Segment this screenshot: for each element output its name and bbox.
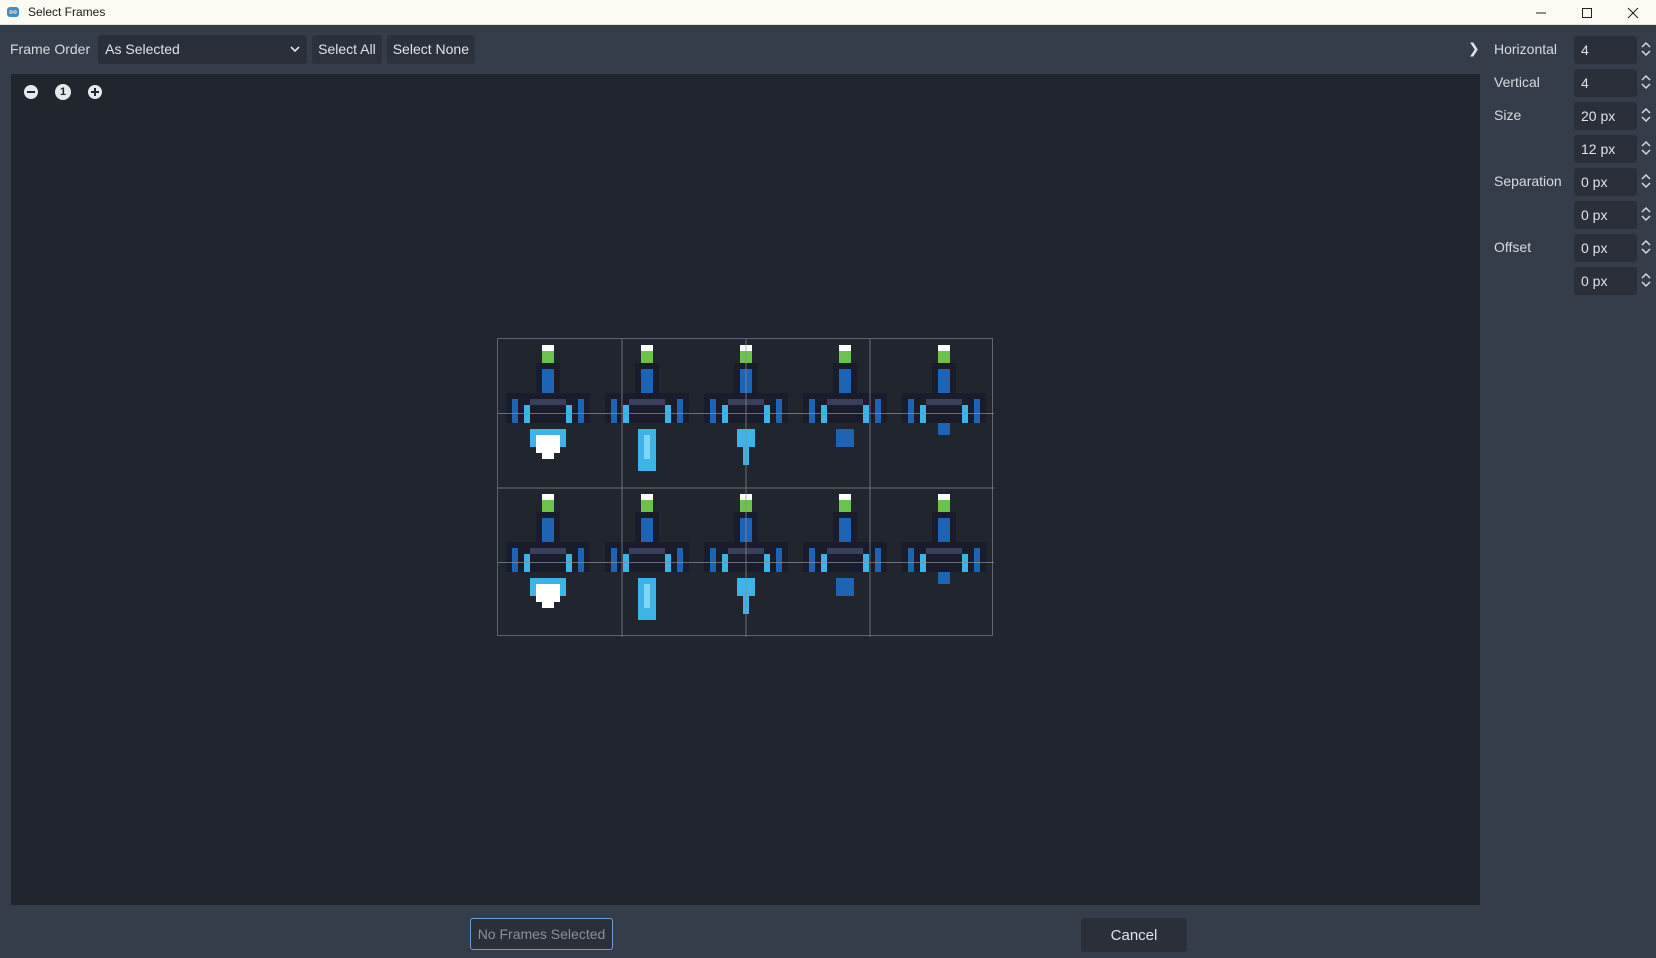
frame-grid <box>498 339 994 637</box>
spin-arrows-icon[interactable] <box>1640 106 1652 124</box>
spin-arrows-icon[interactable] <box>1640 238 1652 256</box>
zoom-reset-label: 1 <box>59 86 67 98</box>
offset-x-spinbox[interactable]: 0 px <box>1574 234 1637 262</box>
minimize-button[interactable] <box>1518 0 1564 25</box>
spin-arrows-icon[interactable] <box>1640 172 1652 190</box>
frame-order-value: As Selected <box>105 41 180 57</box>
spin-arrows-icon[interactable] <box>1640 271 1652 289</box>
zoom-controls: 1 <box>23 84 119 100</box>
window-title: Select Frames <box>28 5 106 19</box>
minimize-icon <box>1536 12 1546 13</box>
frame-order-label: Frame Order <box>10 41 91 57</box>
close-button[interactable] <box>1610 0 1656 25</box>
zoom-reset-button[interactable]: 1 <box>55 84 71 100</box>
slice-settings-panel: Horizontal 4 Vertical 4 Size 20 px 12 px… <box>1480 34 1656 298</box>
spin-arrows-icon[interactable] <box>1640 73 1652 91</box>
spin-arrows-icon[interactable] <box>1640 205 1652 223</box>
select-none-button[interactable]: Select None <box>386 34 475 64</box>
zoom-in-icon[interactable] <box>87 84 103 100</box>
separation-label: Separation <box>1494 173 1562 189</box>
separation-x-spinbox[interactable]: 0 px <box>1574 168 1637 196</box>
offset-y-spinbox[interactable]: 0 px <box>1574 267 1637 295</box>
vertical-spinbox[interactable]: 4 <box>1574 69 1637 97</box>
collapse-panel-button[interactable]: ❯ <box>1468 40 1480 57</box>
vertical-label: Vertical <box>1494 74 1540 90</box>
frame-order-dropdown[interactable]: As Selected <box>98 34 308 64</box>
sprite-sheet[interactable] <box>497 338 994 637</box>
offset-label: Offset <box>1494 239 1532 255</box>
separation-y-spinbox[interactable]: 0 px <box>1574 201 1637 229</box>
spin-arrows-icon[interactable] <box>1640 40 1652 58</box>
add-frames-button[interactable]: No Frames Selected <box>470 918 613 950</box>
horizontal-label: Horizontal <box>1494 41 1558 57</box>
maximize-button[interactable] <box>1564 0 1610 25</box>
close-icon <box>1627 7 1639 18</box>
frame-preview-canvas[interactable]: 1 <box>11 74 1480 905</box>
size-x-spinbox[interactable]: 20 px <box>1574 102 1637 130</box>
window-titlebar: Select Frames <box>0 0 1656 25</box>
zoom-out-icon[interactable] <box>23 84 39 100</box>
godot-app-icon <box>7 7 19 17</box>
select-all-button[interactable]: Select All <box>312 34 382 64</box>
horizontal-spinbox[interactable]: 4 <box>1574 36 1637 64</box>
spin-arrows-icon[interactable] <box>1640 139 1652 157</box>
chevron-down-icon <box>290 45 300 52</box>
cancel-button[interactable]: Cancel <box>1081 918 1187 952</box>
frames-toolbar: Frame Order As Selected Select All Selec… <box>0 34 475 64</box>
maximize-icon <box>1582 7 1592 18</box>
size-label: Size <box>1494 107 1522 123</box>
size-y-spinbox[interactable]: 12 px <box>1574 135 1637 163</box>
